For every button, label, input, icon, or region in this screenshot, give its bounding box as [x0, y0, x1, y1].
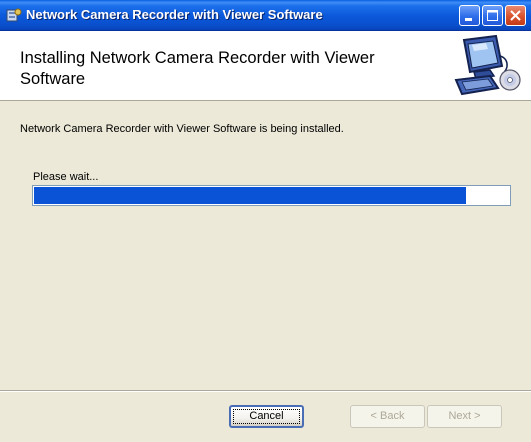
installer-window: Network Camera Recorder with Viewer Soft… [0, 0, 531, 442]
minimize-button[interactable] [459, 5, 480, 26]
title-bar[interactable]: Network Camera Recorder with Viewer Soft… [0, 0, 531, 31]
next-button-label: Next > [448, 410, 481, 422]
close-button[interactable] [505, 5, 526, 26]
minimize-icon [465, 18, 472, 21]
install-progress-bar [32, 185, 511, 206]
maximize-button[interactable] [482, 5, 503, 26]
please-wait-label: Please wait... [33, 171, 99, 183]
maximize-icon [487, 10, 498, 21]
installer-app-icon [6, 7, 22, 23]
footer-divider-highlight [0, 391, 531, 392]
window-title: Network Camera Recorder with Viewer Soft… [26, 7, 323, 22]
back-button-label: < Back [370, 410, 405, 422]
page-title: Installing Network Camera Recorder with … [20, 49, 375, 88]
computer-install-icon [450, 34, 522, 100]
close-icon [510, 10, 521, 21]
focus-rectangle [233, 409, 300, 424]
header-banner: Installing Network Camera Recorder with … [0, 31, 531, 101]
next-button[interactable]: Next > [427, 405, 502, 428]
back-button[interactable]: < Back [350, 405, 425, 428]
progress-fill [34, 187, 466, 204]
install-status-text: Network Camera Recorder with Viewer Soft… [20, 123, 344, 135]
cancel-button[interactable]: Cancel [229, 405, 304, 428]
